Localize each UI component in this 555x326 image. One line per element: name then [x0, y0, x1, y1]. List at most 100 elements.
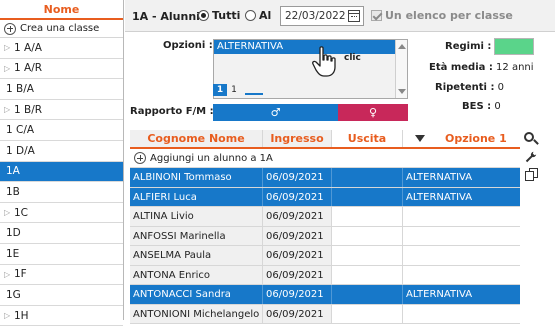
cell-ingresso[interactable]: 06/09/2021 — [263, 265, 332, 284]
cell-opzione[interactable] — [403, 227, 520, 246]
col-header-opzione[interactable]: Opzione 1 — [403, 130, 520, 147]
search-icon[interactable] — [522, 130, 540, 148]
table-row[interactable]: ANTONACCI Sandra 06/09/2021 ALTERNATIVA — [130, 285, 520, 305]
table-row[interactable]: ANFOSSI Marinella 06/09/2021 — [130, 226, 520, 246]
scroll-up-icon[interactable] — [398, 44, 406, 49]
cell-uscita[interactable] — [332, 246, 403, 265]
cell-ingresso[interactable]: 06/09/2021 — [263, 285, 332, 304]
cell-uscita[interactable] — [332, 265, 403, 284]
click-hint-text: clic — [344, 53, 361, 63]
col-header-ingresso[interactable]: Ingresso — [263, 130, 332, 147]
options-pager: 1 1 — [213, 84, 263, 96]
table-row[interactable]: ALFIERI Luca 06/09/2021 ALTERNATIVA — [130, 187, 520, 207]
cell-ingresso[interactable]: 06/09/2021 — [263, 168, 332, 187]
class-item[interactable]: ▷ 1C — [0, 203, 123, 224]
cell-opzione[interactable] — [403, 207, 520, 226]
class-item-label: 1B — [6, 185, 20, 198]
class-list-panel: Nome Crea una classe ▷ 1 A/A ▷ 1 A/R 1 B/A ▷ 1… — [0, 0, 124, 326]
class-item[interactable]: 1 B/A — [0, 79, 123, 100]
class-item[interactable]: 1 D/A — [0, 141, 123, 162]
expand-arrow-icon[interactable]: ▷ — [4, 270, 14, 279]
radio-al-dot[interactable] — [245, 10, 256, 21]
class-item[interactable]: 1E — [0, 244, 123, 265]
cell-opzione[interactable] — [403, 305, 520, 324]
radio-tutti[interactable]: Tutti — [198, 9, 240, 22]
class-item-label: 1 B/A — [6, 82, 34, 95]
class-item[interactable]: 1G — [0, 285, 123, 306]
class-item[interactable]: ▷ 1F — [0, 265, 123, 286]
table-row[interactable]: ANSELMA Paula 06/09/2021 — [130, 246, 520, 266]
table-row[interactable]: ALBINONI Tommaso 06/09/2021 ALTERNATIVA — [130, 168, 520, 188]
expand-arrow-icon[interactable]: ▷ — [4, 311, 14, 320]
page-indicator-bar — [245, 85, 263, 95]
class-item[interactable]: 1A — [0, 161, 123, 183]
col-header-opzione-label: Opzione 1 — [445, 131, 507, 145]
table-tools — [522, 130, 542, 184]
cell-opzione[interactable] — [403, 246, 520, 265]
class-item[interactable]: ▷ 1 A/A — [0, 38, 123, 59]
class-item[interactable]: 1 C/A — [0, 120, 123, 141]
cell-ingresso[interactable]: 06/09/2021 — [263, 207, 332, 226]
ripetenti: Ripetenti : 0 — [435, 82, 504, 93]
add-icon — [134, 152, 146, 164]
class-item[interactable]: 1D — [0, 223, 123, 244]
cell-uscita[interactable] — [332, 168, 403, 187]
expand-arrow-icon[interactable]: ▷ — [4, 43, 14, 52]
expand-arrow-icon[interactable]: ▷ — [4, 105, 14, 114]
students-table: Cognome Nome Ingresso Uscita Opzione 1 A… — [130, 130, 520, 324]
cell-name[interactable]: ALFIERI Luca — [130, 187, 263, 206]
add-student-button[interactable]: Aggiungi un alunno a 1A — [130, 149, 520, 168]
options-scrollbar[interactable] — [395, 40, 407, 98]
date-field[interactable]: 22/03/2022 — [280, 6, 364, 26]
class-item[interactable]: 1B — [0, 182, 123, 203]
cell-name[interactable]: ANFOSSI Marinella — [130, 226, 263, 245]
cell-uscita[interactable] — [332, 285, 403, 304]
checkbox-box[interactable] — [371, 10, 382, 21]
class-list: ▷ 1 A/A ▷ 1 A/R 1 B/A ▷ 1 B/R 1 C/A 1 D/A 1A 1B ▷ 1C… — [0, 38, 123, 326]
radio-tutti-dot[interactable] — [198, 10, 209, 21]
table-header: Cognome Nome Ingresso Uscita Opzione 1 — [130, 130, 520, 149]
cell-opzione[interactable]: ALTERNATIVA — [403, 188, 520, 207]
wrench-icon[interactable] — [522, 148, 540, 166]
cell-opzione[interactable]: ALTERNATIVA — [403, 168, 520, 187]
class-list-header[interactable]: Nome — [0, 0, 123, 20]
radio-al[interactable]: Al — [245, 9, 271, 22]
class-item[interactable]: ▷ 1H — [0, 306, 123, 326]
copy-icon[interactable] — [522, 166, 540, 184]
one-list-per-class-checkbox[interactable]: Un elenco per classe — [371, 9, 513, 22]
cell-name[interactable]: ALBINONI Tommaso — [130, 168, 263, 187]
table-row[interactable]: ALTINA Livio 06/09/2021 — [130, 207, 520, 227]
calendar-icon[interactable] — [348, 10, 360, 22]
cell-uscita[interactable] — [332, 304, 403, 323]
col-header-name[interactable]: Cognome Nome — [130, 130, 263, 147]
class-item[interactable]: ▷ 1 A/R — [0, 59, 123, 80]
cell-ingresso[interactable]: 06/09/2021 — [263, 226, 332, 245]
cell-opzione[interactable]: ALTERNATIVA — [403, 285, 520, 304]
class-item[interactable]: ▷ 1 B/R — [0, 100, 123, 121]
cell-name[interactable]: ANTONIONI Michelangelo — [130, 304, 263, 323]
table-row[interactable]: ANTONA Enrico 06/09/2021 — [130, 265, 520, 285]
option-item[interactable]: ALTERNATIVA — [214, 40, 407, 54]
page-other[interactable]: 1 — [227, 85, 241, 95]
expand-arrow-icon[interactable]: ▷ — [4, 64, 14, 73]
class-item-label: 1A — [6, 165, 20, 178]
cell-opzione[interactable] — [403, 266, 520, 285]
create-class-button[interactable]: Crea una classe — [0, 20, 123, 38]
cell-name[interactable]: ANSELMA Paula — [130, 246, 263, 265]
cell-name[interactable]: ANTONA Enrico — [130, 265, 263, 284]
filter-triangle-icon[interactable] — [415, 135, 425, 142]
cell-uscita[interactable] — [332, 226, 403, 245]
scroll-down-icon[interactable] — [398, 89, 406, 94]
cell-name[interactable]: ANTONACCI Sandra — [130, 285, 263, 304]
cell-ingresso[interactable]: 06/09/2021 — [263, 246, 332, 265]
col-header-uscita[interactable]: Uscita — [332, 130, 403, 147]
page-current[interactable]: 1 — [213, 84, 227, 96]
cell-uscita[interactable] — [332, 187, 403, 206]
cell-uscita[interactable] — [332, 207, 403, 226]
cell-ingresso[interactable]: 06/09/2021 — [263, 187, 332, 206]
bes: BES : 0 — [462, 101, 501, 112]
cell-name[interactable]: ALTINA Livio — [130, 207, 263, 226]
cell-ingresso[interactable]: 06/09/2021 — [263, 304, 332, 323]
expand-arrow-icon[interactable]: ▷ — [4, 208, 14, 217]
table-row[interactable]: ANTONIONI Michelangelo 06/09/2021 — [130, 304, 520, 324]
